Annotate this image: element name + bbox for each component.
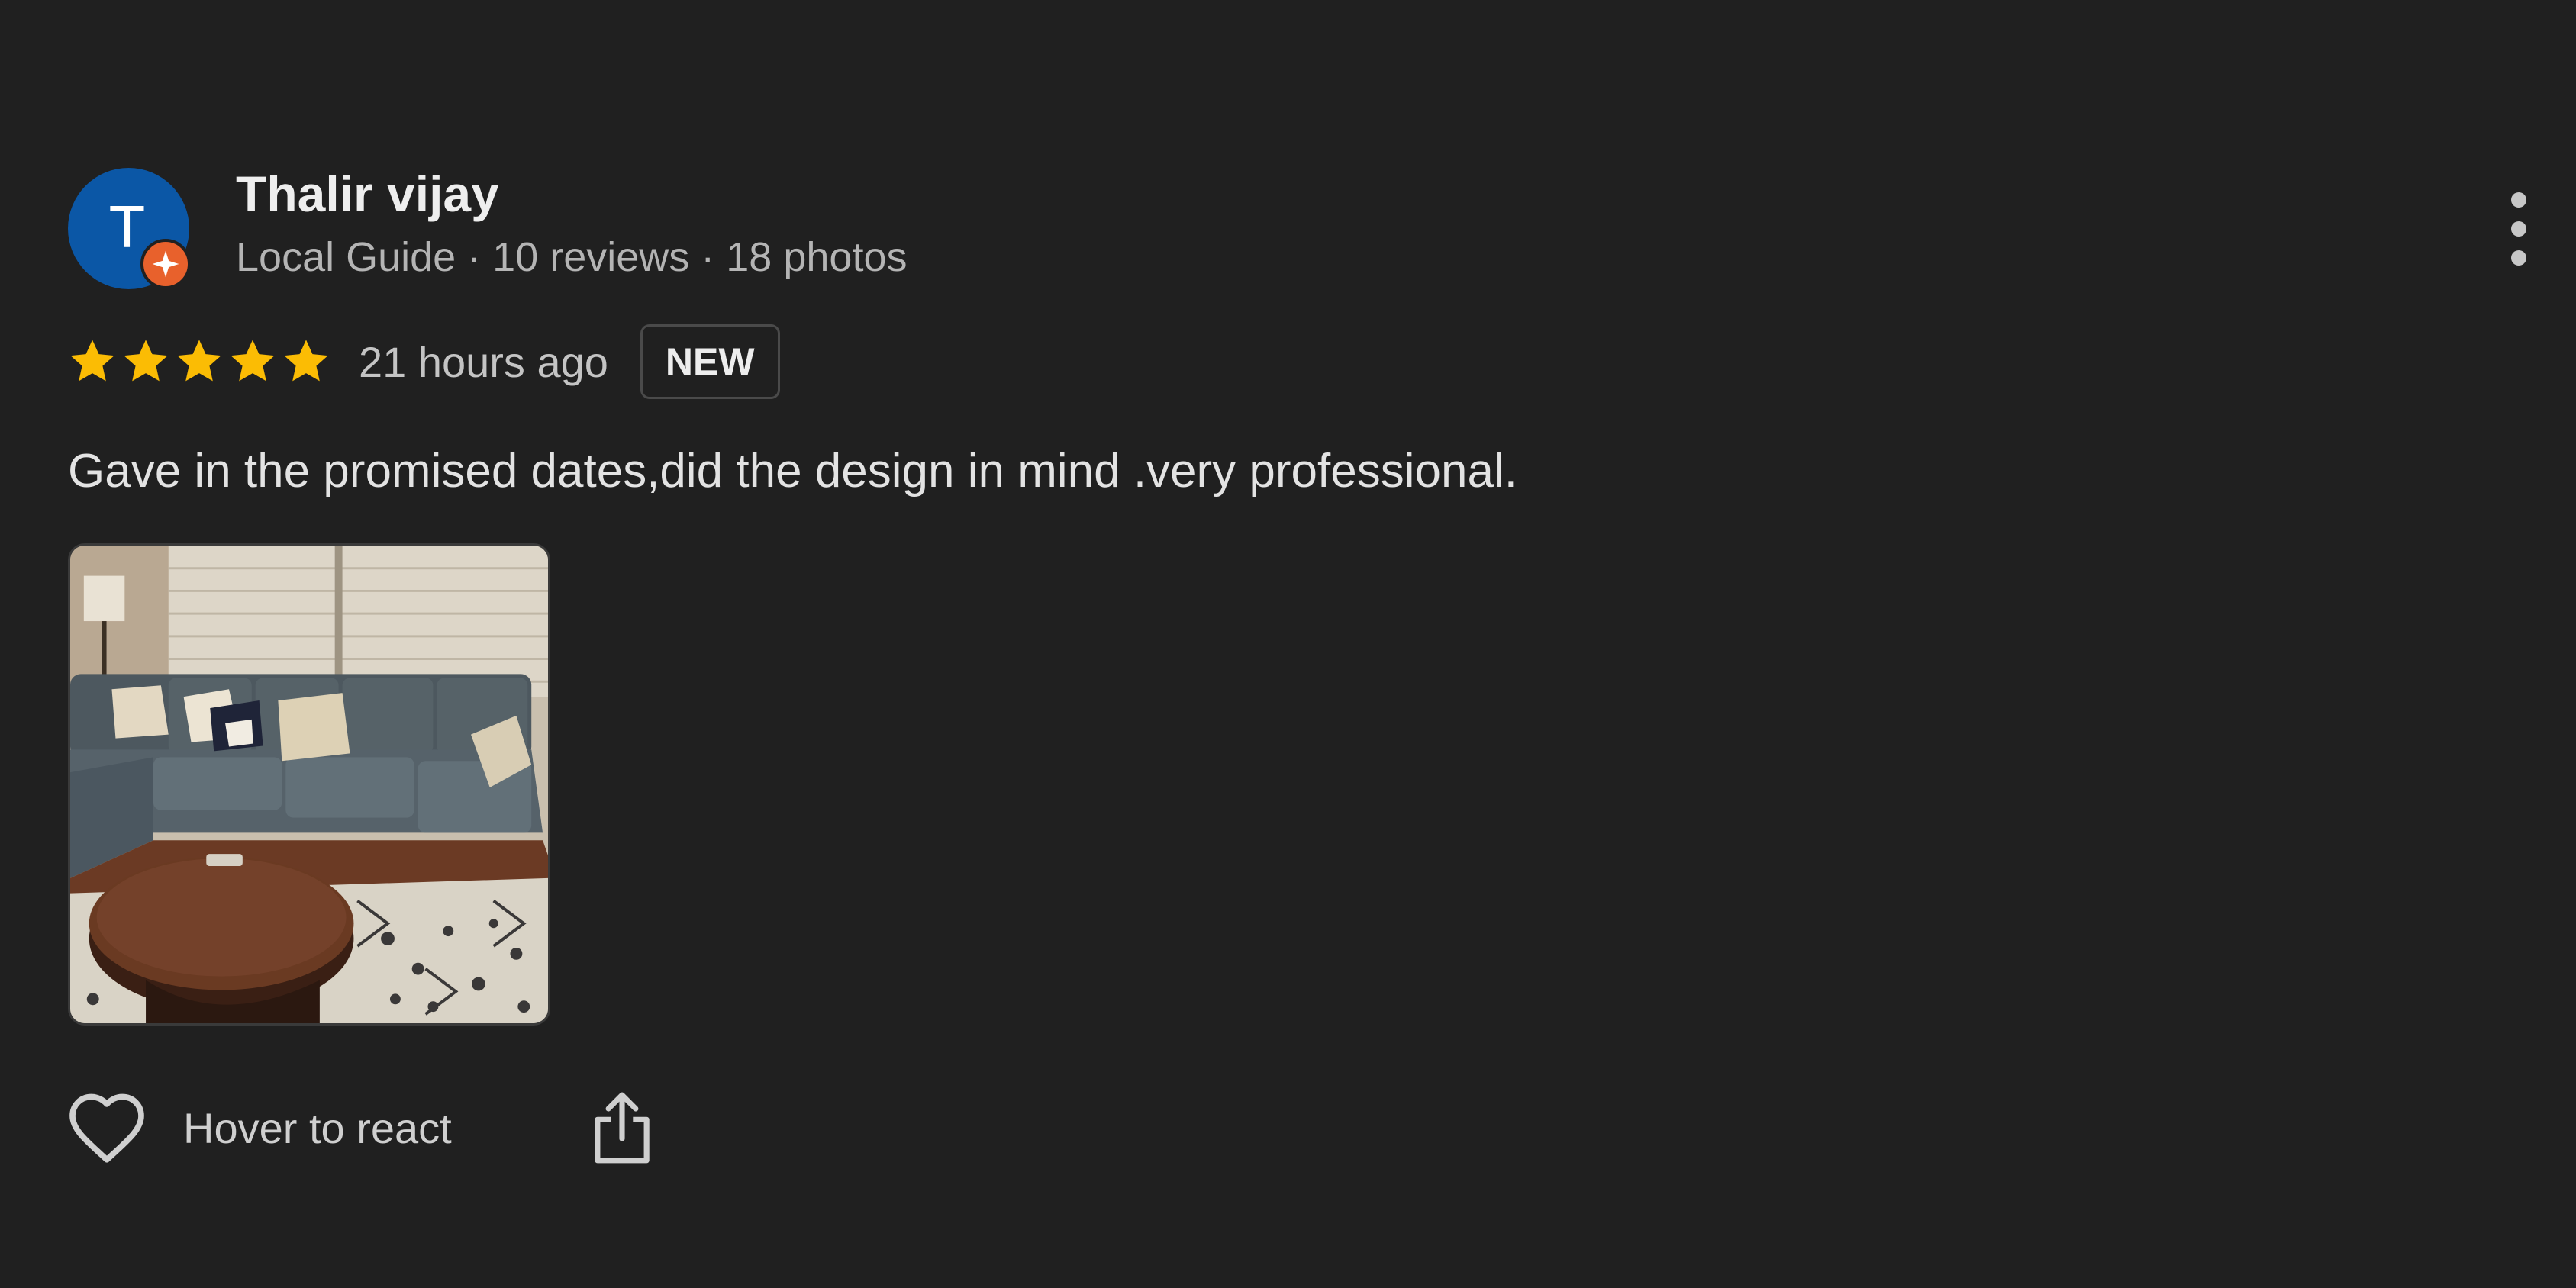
share-button[interactable] [589,1090,655,1166]
more-vertical-icon [2511,192,2526,208]
more-vertical-icon-dot [2511,250,2526,266]
avatar-letter: T [108,192,146,260]
reviewer-name[interactable]: Thalir vijay [236,165,499,223]
rating-row: 21 hours ago NEW [66,322,780,401]
more-vertical-icon-dot [2511,221,2526,237]
review-time: 21 hours ago [359,337,608,386]
more-options-button[interactable] [2496,192,2542,266]
star-icon [177,340,221,382]
heart-outline-icon [69,1093,144,1163]
reviewer-meta: Local Guide · 10 reviews · 18 photos [236,234,908,280]
review-photo[interactable] [68,543,550,1026]
sofa-photo-image [70,546,548,1023]
star-icon [70,340,114,382]
star-icon [284,340,328,382]
react-label: Hover to react [183,1103,452,1152]
local-guide-icon [140,239,191,289]
star-icon [231,340,275,382]
new-badge: NEW [640,324,780,399]
review-text: Gave in the promised dates,did the desig… [68,445,1517,497]
star-rating [66,335,333,388]
share-icon [595,1092,650,1164]
star-icon [124,340,168,382]
review-card: T Thalir vijay Local Guide · 10 reviews … [0,0,2576,1288]
react-button[interactable]: Hover to react [66,1090,452,1166]
